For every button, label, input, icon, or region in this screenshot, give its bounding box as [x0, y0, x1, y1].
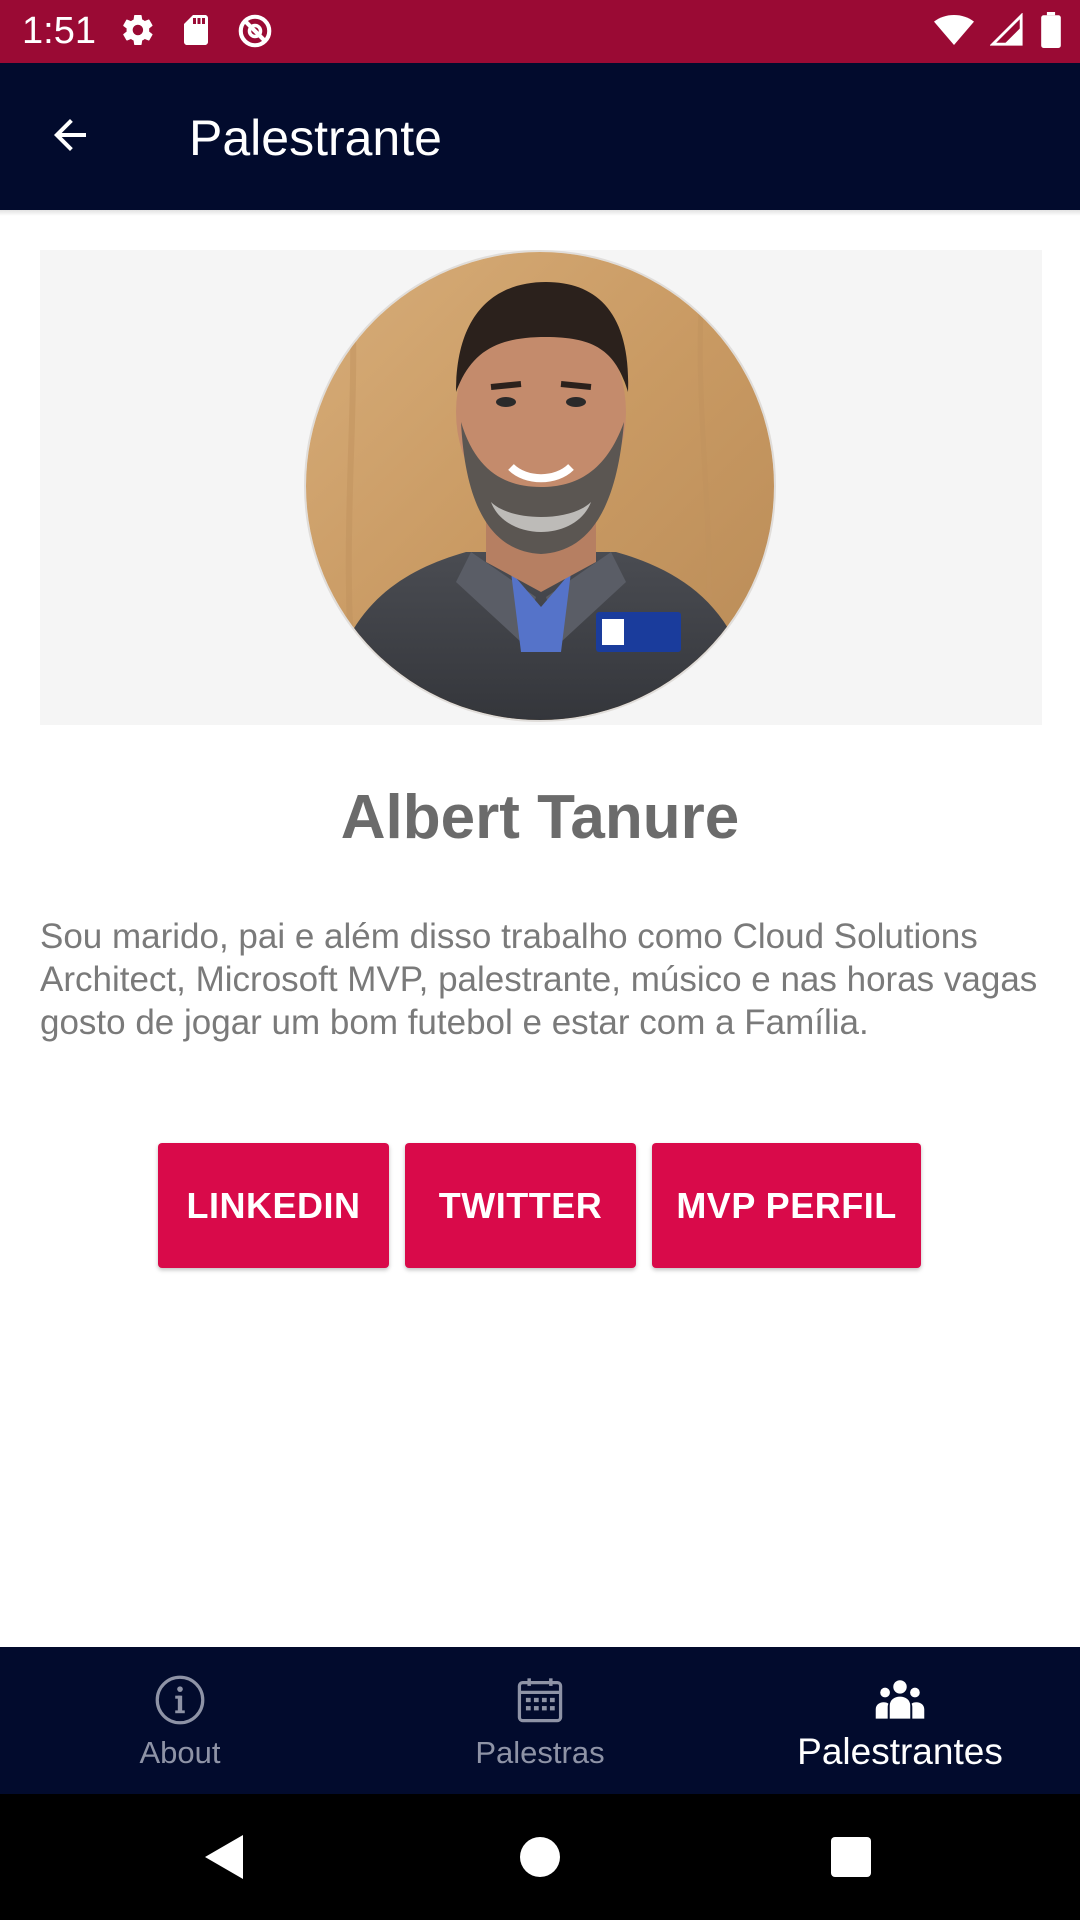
speaker-avatar: [304, 250, 776, 722]
bottom-navigation: About Palestras Palestrantes: [0, 1647, 1080, 1794]
battery-icon: [1040, 12, 1062, 48]
system-navigation-bar: [0, 1794, 1080, 1920]
nav-label-palestras: Palestras: [475, 1735, 605, 1770]
mvp-profile-button[interactable]: MVP PERFIL: [652, 1143, 921, 1268]
wifi-icon: [934, 12, 974, 48]
status-bar: 1:51: [0, 0, 1080, 63]
status-time: 1:51: [22, 10, 96, 52]
home-circle-icon[interactable]: [515, 1832, 565, 1882]
nav-label-about: About: [139, 1735, 221, 1770]
arrow-back-icon: [46, 111, 94, 164]
recents-square-icon[interactable]: [826, 1832, 876, 1882]
page-title: Palestrante: [189, 110, 442, 166]
cellular-signal-icon: [990, 13, 1024, 47]
do-not-disturb-icon: [236, 12, 274, 50]
nav-label-palestrantes: Palestrantes: [797, 1731, 1003, 1772]
back-triangle-icon[interactable]: [200, 1832, 250, 1882]
calendar-icon: [512, 1672, 568, 1728]
speaker-bio: Sou marido, pai e além disso trabalho co…: [40, 917, 1038, 1042]
linkedin-button[interactable]: LINKEDIN: [158, 1143, 389, 1268]
app-bar-shadow: [0, 210, 1080, 216]
twitter-button[interactable]: TWITTER: [405, 1143, 636, 1268]
info-icon: [152, 1672, 208, 1728]
speaker-name: Albert Tanure: [340, 783, 740, 852]
nav-item-palestrantes[interactable]: Palestrantes: [720, 1647, 1080, 1794]
people-icon: [872, 1672, 928, 1728]
settings-icon: [120, 12, 156, 50]
back-button[interactable]: [34, 107, 106, 167]
status-left-icons: [120, 12, 274, 50]
sd-card-icon: [178, 12, 214, 50]
status-right-icons: [934, 12, 1062, 48]
nav-item-about[interactable]: About: [0, 1647, 360, 1794]
app-bar: Palestrante: [0, 63, 1080, 210]
nav-item-palestras[interactable]: Palestras: [360, 1647, 720, 1794]
speaker-photo-area: [40, 250, 1042, 725]
